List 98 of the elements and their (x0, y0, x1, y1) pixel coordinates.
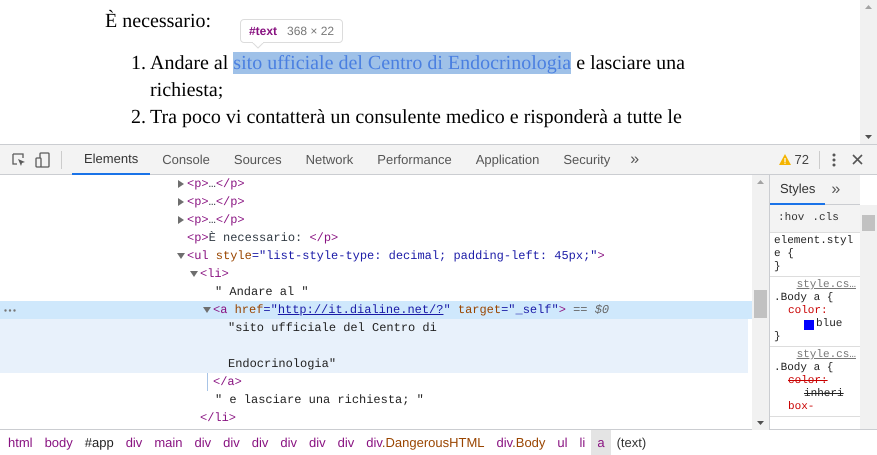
scrollbar-thumb[interactable] (862, 215, 875, 231)
html-tag: </p> (309, 229, 338, 247)
breadcrumb-item[interactable]: div (274, 430, 303, 455)
attribute-value: ="list-style-type: decimal; padding-left: 45px;" (252, 248, 598, 265)
selected-marker: == $0 (572, 302, 610, 319)
panel-tab[interactable]: Application (464, 144, 552, 174)
panel-tab[interactable]: Network (294, 144, 366, 174)
html-tag: > (558, 301, 566, 319)
node-text: … (208, 194, 216, 211)
breadcrumb-item[interactable]: main (148, 430, 188, 455)
kebab-menu-icon[interactable] (832, 152, 836, 166)
html-tag: <a (213, 301, 228, 319)
html-tag: <ul (187, 247, 209, 265)
scroll-down-icon[interactable] (865, 135, 872, 139)
collapsed-arrow-icon[interactable] (177, 216, 185, 224)
html-tag: </li> (200, 411, 236, 425)
expanded-arrow-icon[interactable] (203, 306, 211, 314)
property-name: color: (788, 375, 828, 388)
panel-tab[interactable]: Security (551, 144, 622, 174)
source-link[interactable]: style.cs… (796, 279, 856, 291)
breadcrumb-item[interactable]: li (574, 430, 592, 455)
breadcrumb-item[interactable]: (text) (610, 430, 652, 455)
selector: .Body a { (774, 362, 834, 375)
html-tag: <p> (187, 229, 209, 247)
panel-tab[interactable]: Console (150, 144, 222, 174)
node-text: … (208, 212, 216, 229)
breadcrumb-item[interactable]: a (591, 430, 611, 455)
attribute-value: " (443, 302, 451, 319)
device-icon[interactable] (35, 152, 51, 168)
filter-toggle[interactable]: .cls (812, 210, 839, 227)
attribute-link[interactable]: http://it.dialine.net/? (278, 301, 444, 319)
html-tag: </a> (213, 375, 242, 389)
breadcrumb-item[interactable]: div (120, 430, 148, 455)
node-text: "sito ufficiale del Centro di Endocrinologia" (228, 320, 437, 373)
html-tag: </p> (216, 211, 245, 229)
warning-count[interactable]: 72 (794, 150, 809, 170)
inspect-icon[interactable] (11, 152, 27, 168)
list-number: 1. (130, 51, 147, 76)
attribute-name: style (214, 248, 252, 265)
list-item-text: Andare al sito ufficiale del Centro di Endocrinologia e lasciare una richiesta; (150, 51, 686, 103)
node-name: #text (249, 23, 278, 40)
node-text: " Andare al " (215, 284, 309, 301)
list-item-text: Tra poco vi contatterà un consulente medico e risponderà a tutte le (150, 105, 682, 130)
close-icon[interactable] (852, 154, 863, 165)
html-tag: <p> (187, 211, 209, 229)
panel-tab[interactable]: Sources (222, 144, 294, 174)
more-icon[interactable] (4, 309, 16, 312)
html-tag: </p> (216, 175, 245, 193)
breadcrumb-item[interactable]: div (246, 430, 274, 455)
node-text: È necessario: (208, 230, 304, 247)
more-tabs-button[interactable]: » (622, 148, 648, 172)
more-tabs-button[interactable]: » (825, 178, 846, 202)
scrollbar[interactable] (860, 205, 877, 429)
html-tag: > (597, 247, 605, 265)
paragraph: È necessario: (105, 8, 212, 34)
breadcrumb-item[interactable]: body (38, 430, 79, 455)
rule-brace: } (774, 261, 782, 274)
breadcrumb-item[interactable]: div (217, 430, 246, 455)
collapsed-arrow-icon[interactable] (177, 198, 185, 206)
list-number: 2. (130, 105, 147, 130)
scrollbar[interactable] (752, 175, 769, 430)
filter-toggle[interactable]: :hov (778, 210, 804, 227)
breadcrumb-item[interactable]: ul (551, 430, 574, 455)
breadcrumb-item[interactable]: html (2, 430, 39, 455)
html-tag: </p> (216, 193, 245, 211)
html-tag: <p> (187, 175, 209, 193)
rule-brace: } (774, 331, 782, 344)
expanded-arrow-icon[interactable] (190, 270, 198, 278)
html-tag: <p> (187, 193, 209, 211)
breadcrumb-item[interactable]: #app (78, 430, 120, 455)
attribute-value: =" (263, 302, 278, 319)
attribute-name: href (234, 302, 264, 319)
breadcrumb-item[interactable]: div.DangerousHTML (360, 430, 491, 455)
html-tag: <li> (200, 265, 229, 283)
property-value: blue (816, 318, 842, 331)
panel-tab[interactable]: Elements (72, 144, 150, 174)
scrollbar-thumb[interactable] (754, 290, 767, 318)
property-name: color: (788, 305, 828, 318)
breadcrumb-item[interactable]: div.Body (490, 430, 552, 455)
node-text: " e lasciare una richiesta; " (215, 392, 424, 409)
node-text: … (208, 176, 216, 193)
source-link[interactable]: style.cs… (796, 349, 856, 361)
node-size: 368 × 22 (287, 23, 334, 40)
breadcrumb-item[interactable]: div (332, 430, 360, 455)
attribute-name: target (456, 302, 502, 319)
scroll-down-icon[interactable] (757, 421, 764, 425)
attribute-value: ="_self" (501, 302, 559, 319)
selector: .Body a { (774, 292, 834, 305)
property-name: box- (788, 401, 814, 414)
scrollbar[interactable] (860, 0, 877, 144)
color-swatch[interactable] (804, 320, 814, 330)
property-value: inheri (804, 388, 844, 401)
expanded-arrow-icon[interactable] (177, 252, 185, 260)
selector: element.style { (774, 235, 854, 261)
panel-tab[interactable]: Performance (365, 144, 464, 174)
collapsed-arrow-icon[interactable] (177, 180, 185, 188)
breadcrumb-item[interactable]: div (188, 430, 218, 455)
breadcrumb-item[interactable]: div (303, 430, 332, 455)
